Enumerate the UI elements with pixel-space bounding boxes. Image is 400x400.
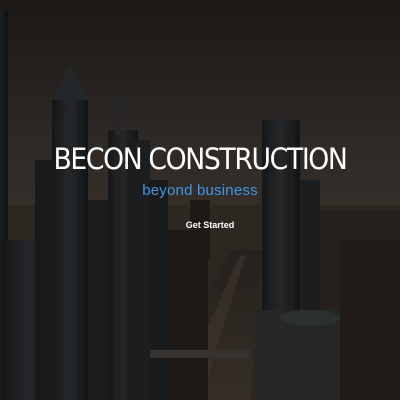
hero-section: BECON CONSTRUCTION beyond business Get S…	[0, 0, 400, 400]
hero-content: BECON CONSTRUCTION beyond business Get S…	[0, 0, 400, 400]
hero-title: BECON CONSTRUCTION	[53, 142, 347, 176]
hero-tagline: beyond business	[142, 182, 258, 199]
get-started-button[interactable]: Get Started	[170, 215, 250, 235]
